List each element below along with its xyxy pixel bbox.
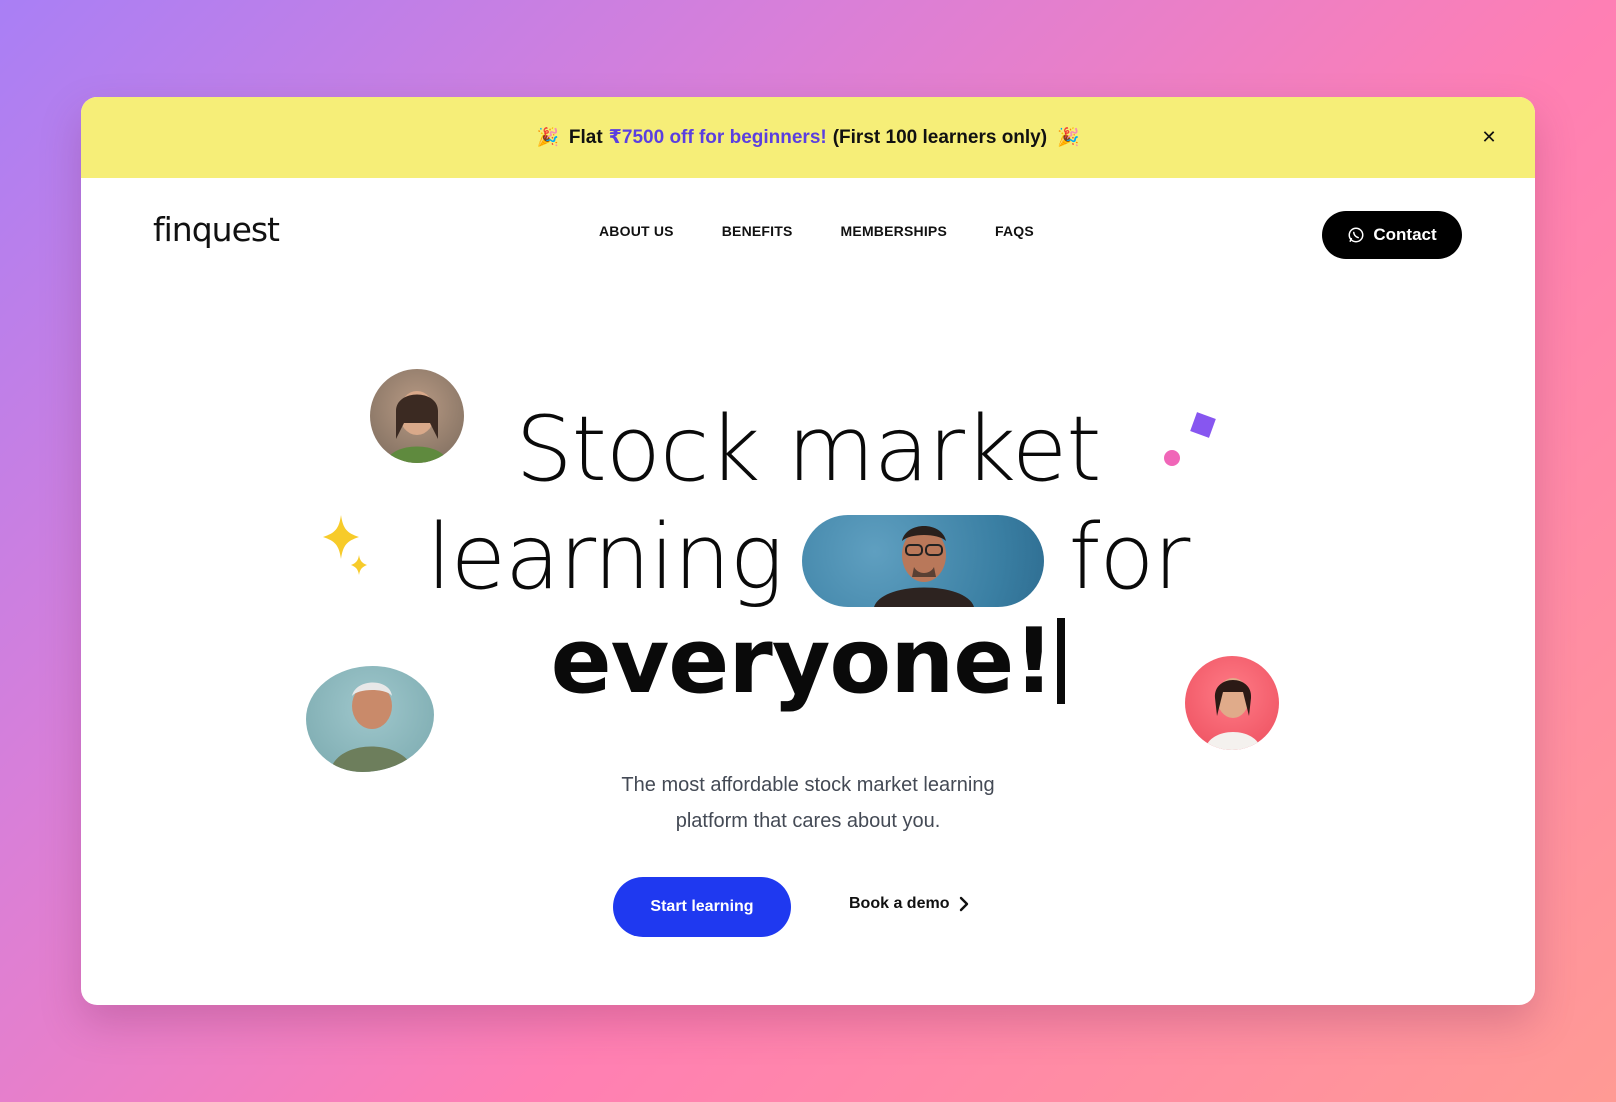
pill-placeholder xyxy=(805,506,1047,598)
typing-cursor xyxy=(1057,618,1066,704)
hero-subtitle-line-1: The most affordable stock market learnin… xyxy=(621,774,995,796)
start-learning-button[interactable]: Start learning xyxy=(613,877,791,937)
hero-subtitle: The most affordable stock market learnin… xyxy=(81,767,1535,839)
party-popper-icon: 🎉 xyxy=(536,127,559,147)
close-icon[interactable]: ✕ xyxy=(1477,125,1501,149)
contact-button[interactable]: Contact xyxy=(1322,211,1462,259)
promo-lead-text: Flat xyxy=(568,126,603,148)
nav-menu: ABOUT US BENEFITS MEMBERSHIPS FAQS xyxy=(599,223,1034,239)
promo-banner: 🎉 Flat ₹7500 off for beginners! (First 1… xyxy=(81,97,1535,178)
hero-headline-line-1: Stock market xyxy=(515,397,1101,502)
top-navigation: finquest ABOUT US BENEFITS MEMBERSHIPS F… xyxy=(81,178,1535,288)
hero-subtitle-line-2: platform that cares about you. xyxy=(675,810,941,832)
nav-link-about-us[interactable]: ABOUT US xyxy=(599,223,674,239)
browser-window: 🎉 Flat ₹7500 off for beginners! (First 1… xyxy=(81,97,1535,1005)
whatsapp-icon xyxy=(1348,227,1364,243)
nav-link-faqs[interactable]: FAQS xyxy=(995,223,1034,239)
promo-highlight-text: ₹7500 off for beginners! xyxy=(608,127,827,148)
contact-label: Contact xyxy=(1373,225,1437,244)
logo[interactable]: finquest xyxy=(153,210,280,249)
promo-tail-text: (First 100 learners only) xyxy=(832,126,1048,148)
hero-headline-line-2: learning for xyxy=(81,505,1535,610)
nav-link-benefits[interactable]: BENEFITS xyxy=(722,223,793,239)
nav-link-memberships[interactable]: MEMBERSHIPS xyxy=(841,223,947,239)
hero-word-everyone: everyone! xyxy=(550,609,1055,714)
hero-word-learning: learning xyxy=(426,505,784,610)
hero-headline-line-3: everyone! xyxy=(81,609,1535,714)
book-demo-label: Book a demo xyxy=(849,895,950,912)
party-popper-icon: 🎉 xyxy=(1057,127,1080,147)
hero-word-for: for xyxy=(1068,505,1191,610)
book-demo-link[interactable]: Book a demo xyxy=(849,895,969,913)
chevron-right-icon xyxy=(960,896,969,912)
